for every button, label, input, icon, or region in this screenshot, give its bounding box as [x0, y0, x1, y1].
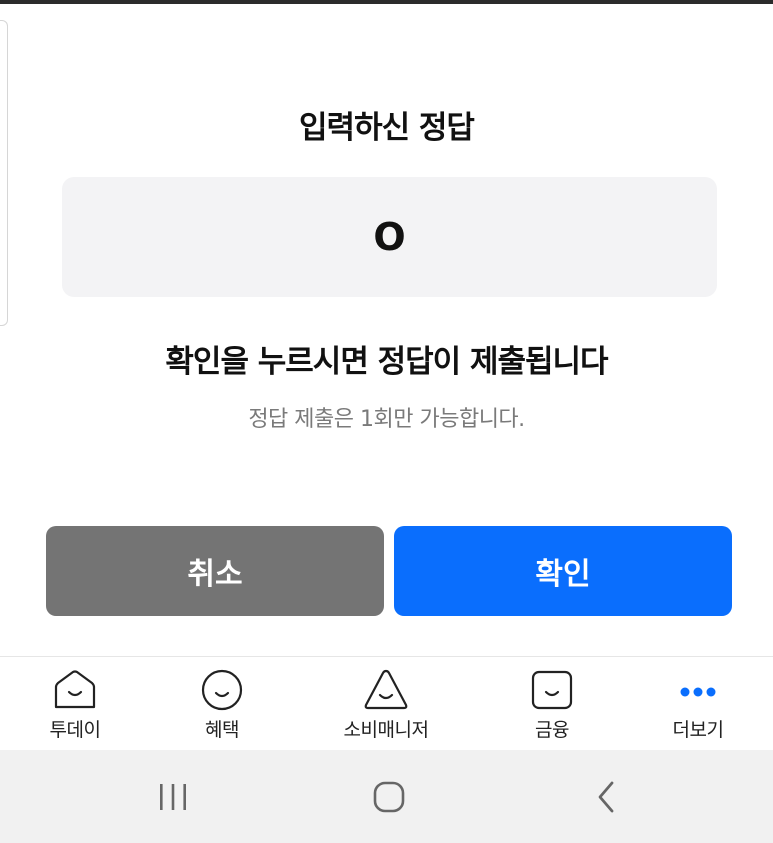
recents-icon[interactable]: [143, 778, 203, 818]
square-face-icon: [531, 670, 573, 710]
tab-today[interactable]: 투데이: [20, 665, 130, 742]
tab-benefits-label: 혜택: [205, 719, 239, 741]
tab-more[interactable]: 더보기: [643, 665, 753, 742]
background-panel-edge: [0, 20, 8, 326]
confirm-headline: 확인을 누르시면 정답이 제출됩니다: [165, 344, 608, 380]
tab-finance[interactable]: 금융: [497, 665, 607, 742]
circle-face-icon: [201, 669, 243, 711]
confirm-button[interactable]: 확인: [394, 526, 732, 616]
confirm-subtext: 정답 제출은 1회만 가능합니다.: [248, 407, 525, 432]
tab-spending-manager-label: 소비매니저: [343, 719, 429, 741]
dialog-title: 입력하신 정답: [299, 110, 475, 146]
back-icon[interactable]: [576, 778, 636, 818]
bottom-tab-bar: 투데이 혜택 소비매니저 금융 더보기: [0, 657, 773, 750]
home-nav-icon[interactable]: [359, 778, 419, 818]
more-dots-icon: [680, 687, 716, 697]
tab-benefits[interactable]: 혜택: [167, 665, 277, 742]
tab-today-label: 투데이: [49, 719, 101, 741]
answer-value: O: [373, 215, 406, 259]
tab-finance-label: 금융: [535, 719, 569, 741]
home-face-icon: [54, 670, 96, 709]
cancel-button[interactable]: 취소: [46, 526, 384, 616]
tab-spending-manager[interactable]: 소비매니저: [331, 665, 441, 742]
triangle-face-icon: [364, 669, 408, 710]
answer-box: O: [62, 177, 717, 297]
system-navigation-bar: [0, 750, 773, 843]
tab-more-label: 더보기: [672, 719, 724, 741]
